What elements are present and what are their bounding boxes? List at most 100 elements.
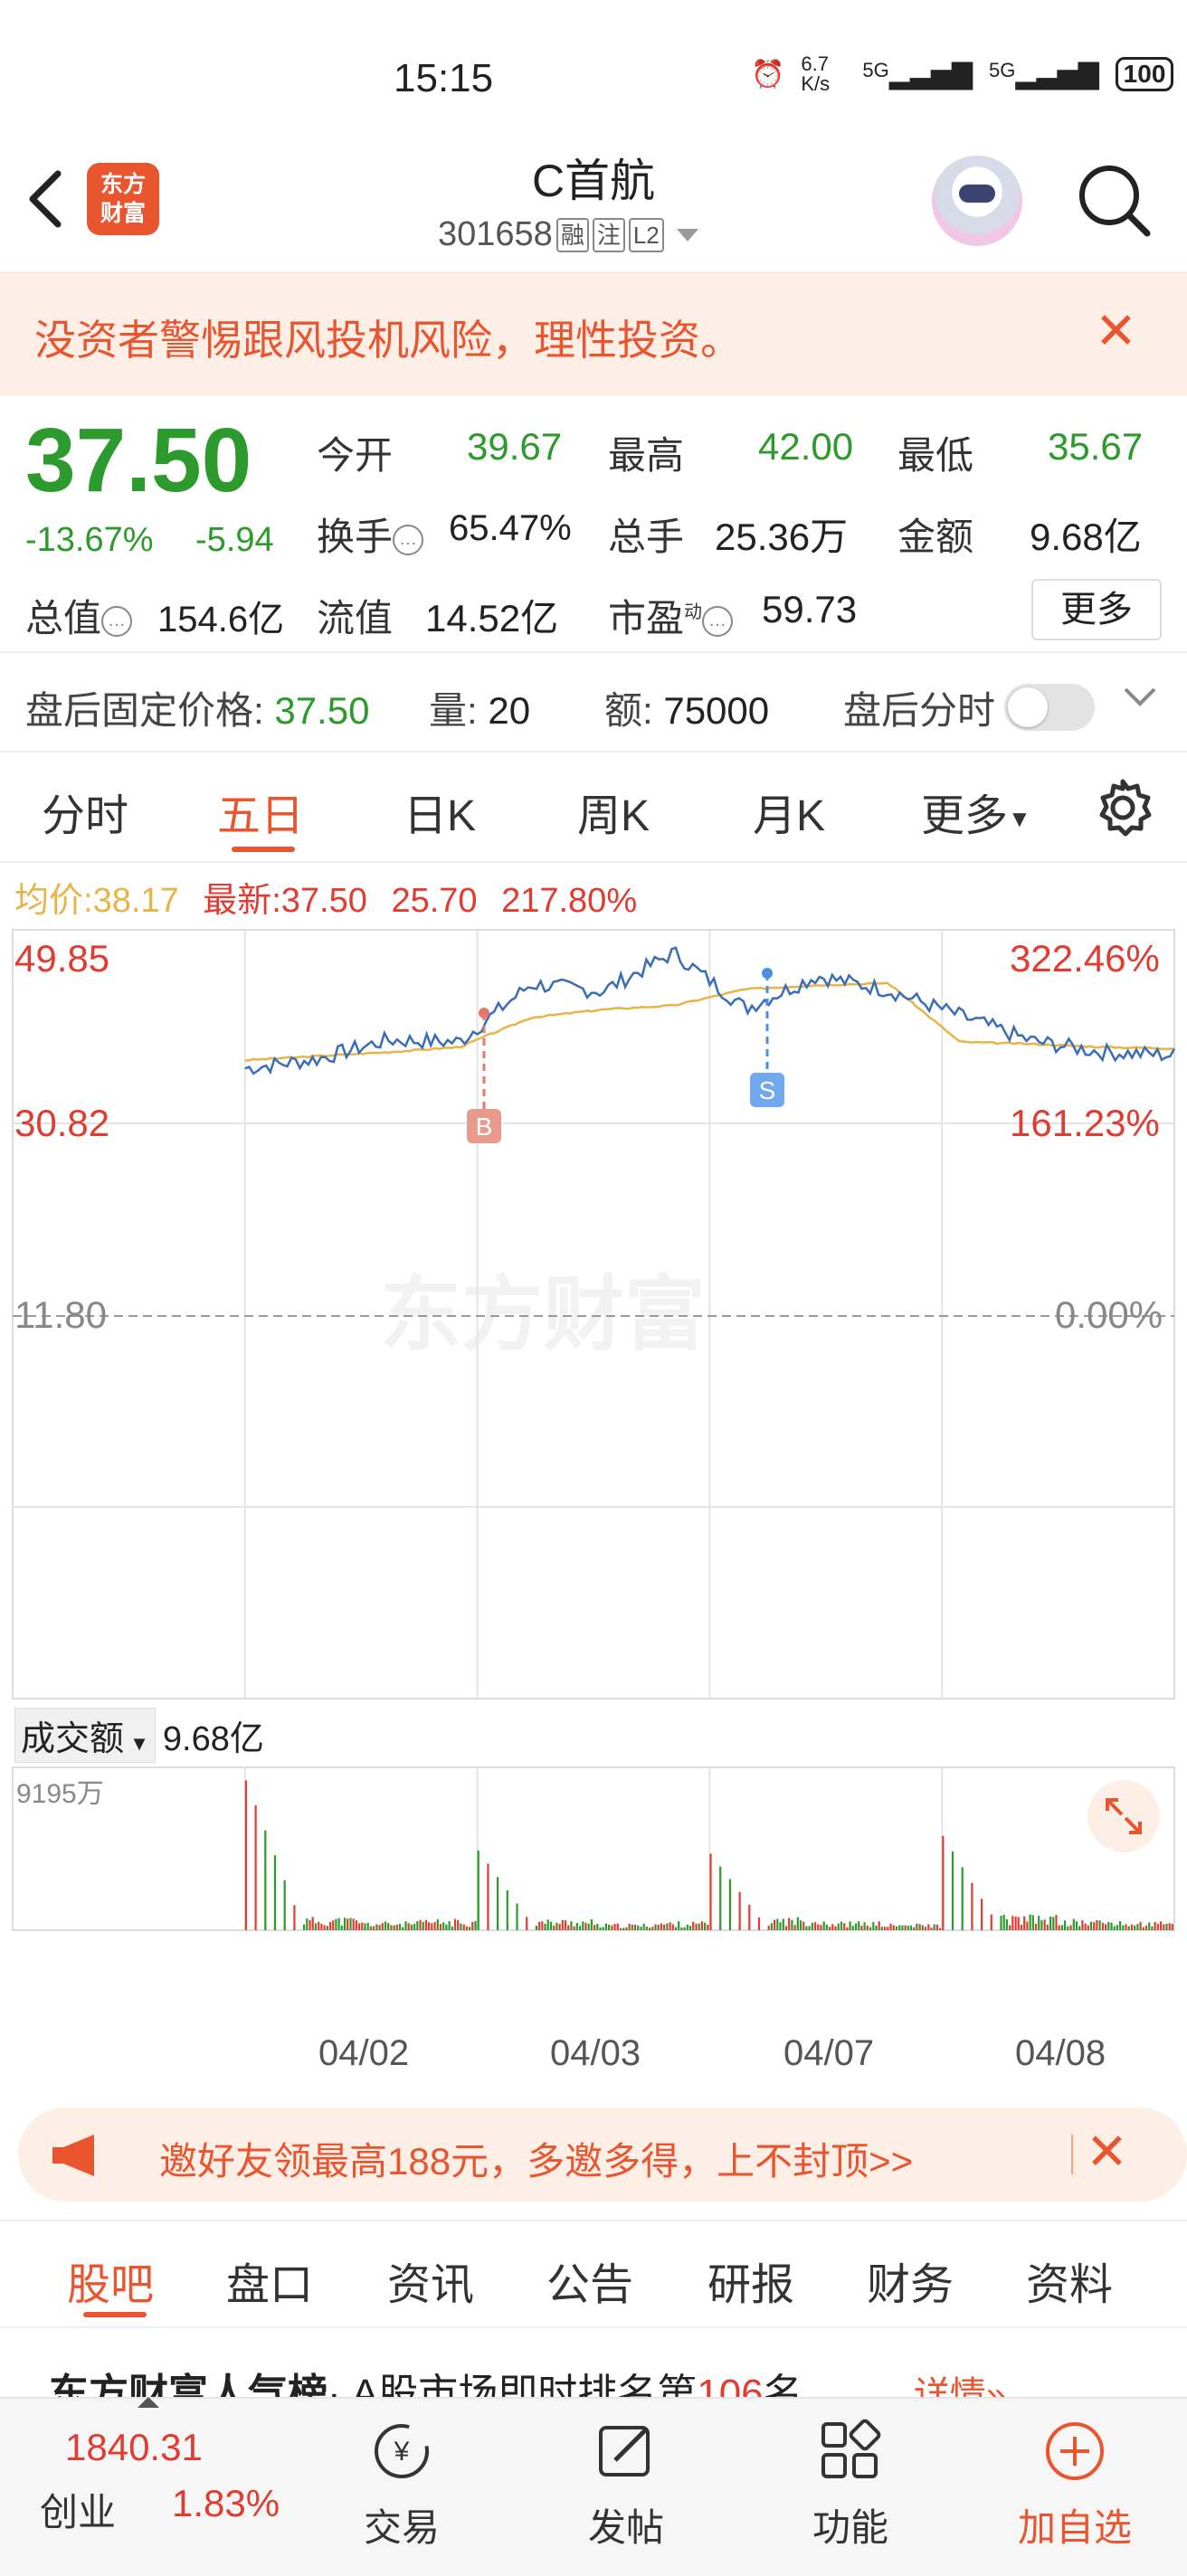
- tab-weekly-k[interactable]: 周K: [577, 780, 650, 843]
- assistant-robot-avatar[interactable]: [932, 156, 1022, 246]
- tab-announcements[interactable]: 公告: [546, 2249, 633, 2312]
- volume-bar: [424, 1919, 427, 1930]
- after-hours-toggle[interactable]: [1004, 684, 1095, 731]
- tab-more[interactable]: 更多▼: [921, 780, 1031, 843]
- volume-bar: [516, 1903, 518, 1930]
- volume-bar: [645, 1927, 648, 1930]
- index-name[interactable]: 创业: [40, 2482, 116, 2537]
- volume-bar: [1136, 1924, 1139, 1930]
- volume-bar: [1026, 1921, 1029, 1930]
- stock-code-row[interactable]: 301658 融 注 L2: [438, 215, 698, 254]
- volume-bar: [942, 1835, 945, 1930]
- nav-add-watchlist[interactable]: 加自选: [1011, 2417, 1138, 2552]
- volume-bar: [1067, 1926, 1069, 1930]
- volume-bar: [1105, 1924, 1107, 1930]
- tab-research[interactable]: 研报: [707, 2249, 794, 2312]
- tab-orderbook[interactable]: 盘口: [226, 2249, 313, 2312]
- volume-bar: [428, 1922, 431, 1930]
- volume-bar: [599, 1927, 602, 1930]
- close-icon[interactable]: ✕: [1086, 2122, 1128, 2182]
- expand-button[interactable]: [1087, 1780, 1160, 1852]
- volume-bar: [471, 1921, 474, 1930]
- nav-post[interactable]: 发帖: [563, 2417, 689, 2552]
- invite-text[interactable]: 邀好友领最高188元，多邀多得，上不封顶>>: [159, 2131, 913, 2186]
- volume-bar: [1089, 1921, 1093, 1930]
- volume-bar: [1081, 1920, 1084, 1930]
- chevron-down-icon[interactable]: [1122, 675, 1158, 730]
- volume-bar: [671, 1924, 674, 1930]
- volume-bar: [663, 1924, 666, 1930]
- tab-financials[interactable]: 财务: [867, 2249, 954, 2312]
- volume-bar: [373, 1926, 375, 1930]
- volume-chart[interactable]: [0, 1719, 1187, 2044]
- volume-bar: [935, 1924, 938, 1930]
- volume-bar: [1165, 1923, 1168, 1930]
- volume-bar: [567, 1925, 570, 1930]
- volume-bar: [678, 1921, 680, 1930]
- volume-bar: [637, 1925, 640, 1930]
- volume-bar: [564, 1920, 567, 1930]
- avg-price-row: 均价:38.17 最新:37.50 25.70 217.80%: [14, 882, 638, 920]
- volume-bar: [633, 1924, 637, 1930]
- volume-bar: [666, 1923, 669, 1930]
- back-button[interactable]: [20, 163, 74, 235]
- index-pct[interactable]: 1.83%: [172, 2482, 280, 2525]
- nav-functions[interactable]: 功能: [787, 2417, 914, 2552]
- volume-bar: [1011, 1916, 1014, 1930]
- nav-trade[interactable]: ¥ 交易: [338, 2417, 465, 2552]
- settings-button[interactable]: [1091, 776, 1154, 839]
- mktcap-label[interactable]: 总值…: [25, 588, 133, 643]
- volume-bar: [872, 1921, 875, 1930]
- pe-label[interactable]: 市盈动…: [608, 588, 734, 643]
- volume-bar: [497, 1877, 499, 1930]
- volume-bar: [622, 1927, 625, 1930]
- volume-bar: [366, 1922, 369, 1930]
- grid-icon: [821, 2419, 881, 2478]
- tab-five-day[interactable]: 五日: [217, 780, 304, 843]
- volume-bar: [788, 1918, 791, 1930]
- volume-bar: [613, 1924, 616, 1930]
- volume-bar: [939, 1927, 942, 1930]
- tab-news[interactable]: 资讯: [387, 2249, 474, 2312]
- search-button[interactable]: [1073, 159, 1154, 241]
- volume-bar: [860, 1926, 863, 1930]
- tab-profile[interactable]: 资料: [1026, 2249, 1113, 2312]
- volume-bar: [364, 1923, 366, 1930]
- close-icon[interactable]: ✕: [1095, 304, 1137, 358]
- volume-bar: [930, 1927, 933, 1930]
- turnover-label[interactable]: 换手…: [317, 507, 424, 562]
- volume-bar: [698, 1923, 700, 1930]
- five-day-price-chart[interactable]: B S: [0, 923, 1187, 1700]
- volume-bar: [858, 1921, 860, 1930]
- app-logo: 东方 财富: [87, 163, 159, 235]
- stock-name: C首航: [531, 156, 656, 206]
- tab-monthly-k[interactable]: 月K: [753, 780, 825, 843]
- volume-bar: [1168, 1923, 1171, 1930]
- info-icon: …: [702, 605, 734, 637]
- volume-bar: [283, 1880, 286, 1930]
- volume-bar: [608, 1924, 611, 1930]
- volume-bar: [558, 1924, 561, 1930]
- volume-bar: [1069, 1925, 1072, 1930]
- tab-intraday[interactable]: 分时: [42, 780, 128, 843]
- volume-bar: [814, 1922, 817, 1930]
- after-hours-amount: 额: 75000: [604, 689, 770, 732]
- volume-bar: [709, 1853, 712, 1930]
- volume-bar: [1122, 1925, 1125, 1930]
- volume-bar: [757, 1917, 761, 1930]
- volume-bar: [898, 1925, 901, 1930]
- volume-bar: [831, 1924, 834, 1930]
- index-value[interactable]: 1840.31: [65, 2426, 203, 2469]
- volume-bar: [393, 1925, 395, 1930]
- volume-bar: [683, 1927, 686, 1930]
- volume-bar: [293, 1905, 296, 1930]
- volume-bar: [604, 1923, 607, 1930]
- tab-daily-k[interactable]: 日K: [404, 780, 476, 843]
- volume-bar: [1127, 1926, 1130, 1930]
- volume-bar: [961, 1867, 964, 1930]
- volume-bar: [395, 1924, 398, 1930]
- more-button[interactable]: 更多: [1031, 579, 1162, 640]
- volume-bar: [1031, 1915, 1034, 1930]
- volume-bar: [981, 1899, 983, 1930]
- tab-forum[interactable]: 股吧: [67, 2249, 154, 2312]
